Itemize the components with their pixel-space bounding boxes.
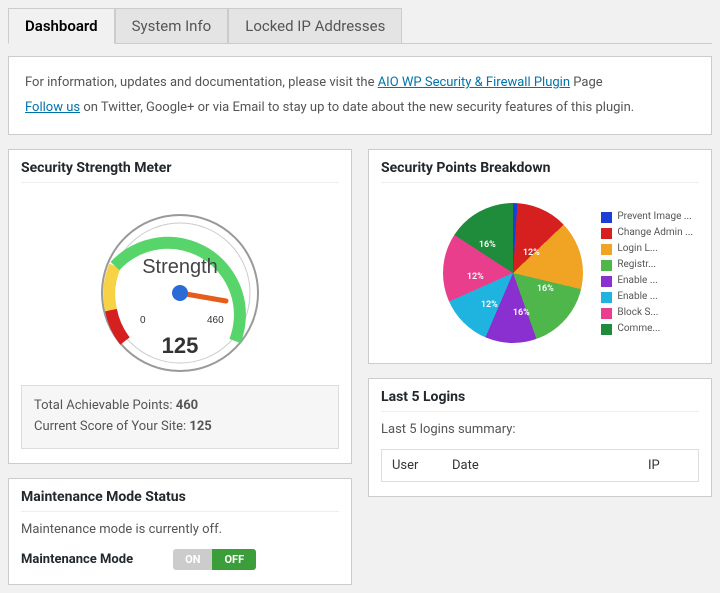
- legend-item: Login L...: [601, 241, 693, 257]
- logins-table: User Date IP: [381, 449, 699, 482]
- maintenance-toggle[interactable]: ON OFF: [173, 549, 256, 570]
- widget-title: Security Strength Meter: [21, 160, 339, 183]
- legend-label: Prevent Image ...: [617, 209, 691, 225]
- legend-label: Enable ...: [617, 289, 657, 305]
- stats-total-value: 460: [176, 398, 198, 413]
- logins-summary-text: Last 5 logins summary:: [381, 422, 699, 437]
- legend-swatch: [601, 212, 612, 223]
- gauge-label: Strength: [142, 256, 218, 278]
- tab-dashboard[interactable]: Dashboard: [8, 8, 115, 44]
- legend-label: Block S...: [617, 305, 658, 321]
- gauge-hub: [172, 285, 188, 301]
- slice-label: 12%: [481, 300, 498, 310]
- tab-locked-ips[interactable]: Locked IP Addresses: [228, 8, 402, 43]
- legend-swatch: [601, 324, 612, 335]
- logins-col-ip: IP: [648, 458, 688, 473]
- gauge-stats: Total Achievable Points: 460 Current Sco…: [21, 385, 339, 449]
- legend-label: Comme...: [617, 321, 660, 337]
- slice-label: 16%: [537, 284, 554, 294]
- info-text: on Twitter, Google+ or via Email to stay…: [83, 100, 634, 115]
- tab-system-info[interactable]: System Info: [115, 8, 229, 43]
- plugin-link[interactable]: AIO WP Security & Firewall Plugin: [378, 75, 570, 90]
- legend-item: Change Admin ...: [601, 225, 693, 241]
- pie-legend: Prevent Image ...Change Admin ...Login L…: [601, 209, 693, 337]
- legend-swatch: [601, 228, 612, 239]
- stats-current-label: Current Score of Your Site:: [34, 419, 189, 434]
- legend-swatch: [601, 292, 612, 303]
- legend-swatch: [601, 244, 612, 255]
- legend-item: Enable ...: [601, 289, 693, 305]
- widget-title: Last 5 Logins: [381, 389, 699, 412]
- legend-item: Prevent Image ...: [601, 209, 693, 225]
- legend-label: Enable ...: [617, 273, 657, 289]
- legend-label: Registr...: [617, 257, 656, 273]
- widget-security-strength: Security Strength Meter 0 460 Strength: [8, 149, 352, 464]
- toggle-off: OFF: [212, 549, 256, 570]
- maintenance-status-text: Maintenance mode is currently off.: [21, 522, 339, 537]
- slice-label: 12%: [523, 248, 540, 258]
- info-text: For information, updates and documentati…: [25, 75, 378, 90]
- legend-swatch: [601, 276, 612, 287]
- gauge-max: 460: [207, 315, 224, 326]
- stats-current-value: 125: [189, 419, 211, 434]
- tab-bar: Dashboard System Info Locked IP Addresse…: [8, 8, 712, 44]
- slice-label: 12%: [467, 272, 484, 282]
- info-text: Page: [573, 75, 602, 90]
- gauge-score: 125: [162, 333, 199, 358]
- legend-item: Block S...: [601, 305, 693, 321]
- widget-title: Maintenance Mode Status: [21, 489, 339, 512]
- stats-total-label: Total Achievable Points:: [34, 398, 176, 413]
- widget-title: Security Points Breakdown: [381, 160, 699, 183]
- widget-maintenance-mode: Maintenance Mode Status Maintenance mode…: [8, 478, 352, 585]
- gauge-min: 0: [140, 315, 146, 326]
- legend-swatch: [601, 260, 612, 271]
- logins-col-user: User: [392, 458, 452, 473]
- slice-label: 16%: [513, 308, 530, 318]
- legend-swatch: [601, 308, 612, 319]
- follow-us-link[interactable]: Follow us: [25, 100, 80, 115]
- maintenance-label: Maintenance Mode: [21, 552, 133, 567]
- widget-points-breakdown: Security Points Breakdown 12% 16% 16% 12…: [368, 149, 712, 364]
- gauge-meter: 0 460 Strength 125: [80, 193, 280, 373]
- info-notice: For information, updates and documentati…: [8, 56, 712, 135]
- legend-item: Registr...: [601, 257, 693, 273]
- legend-label: Change Admin ...: [617, 225, 693, 241]
- legend-label: Login L...: [617, 241, 657, 257]
- widget-last-logins: Last 5 Logins Last 5 logins summary: Use…: [368, 378, 712, 497]
- legend-item: Comme...: [601, 321, 693, 337]
- toggle-on: ON: [173, 549, 212, 570]
- legend-item: Enable ...: [601, 273, 693, 289]
- slice-label: 16%: [479, 240, 496, 250]
- logins-col-date: Date: [452, 458, 648, 473]
- pie-chart: 12% 16% 16% 12% 12% 16%: [443, 203, 583, 343]
